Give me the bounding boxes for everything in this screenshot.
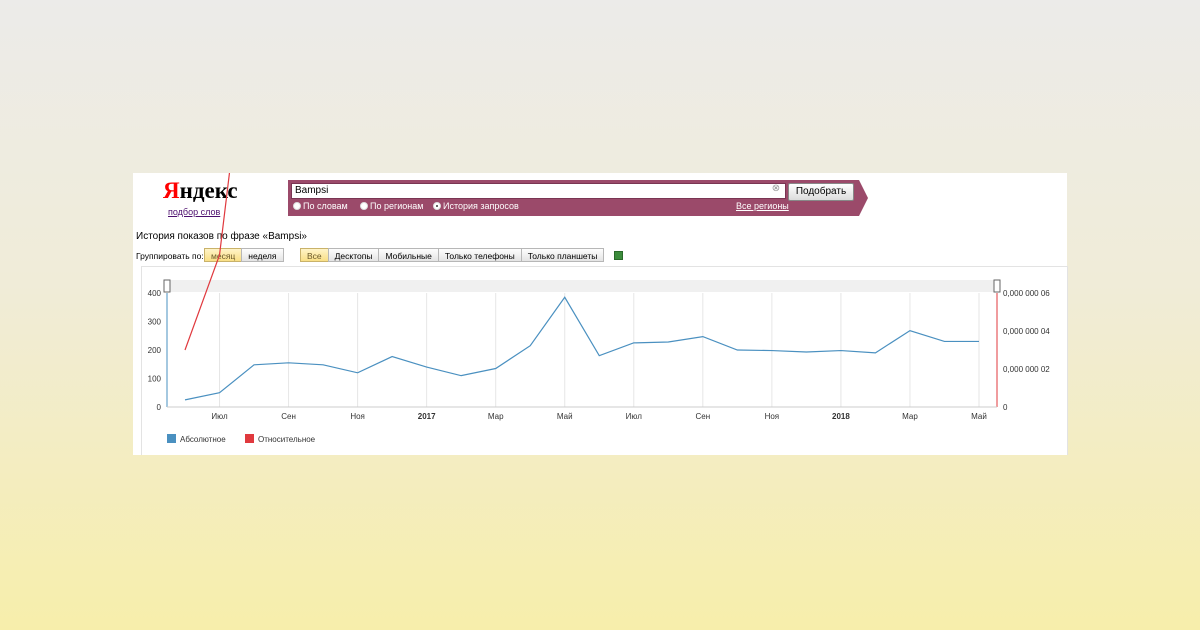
x-tick-label: Ноя: [350, 412, 365, 421]
wordstat-panel: Яндекс подбор слов Bampsi ⊗ Подобрать По…: [133, 173, 1068, 455]
y-left-tick-label: 200: [148, 346, 162, 355]
x-tick-label: 2018: [832, 412, 850, 421]
legend-label: Абсолютное: [180, 435, 226, 444]
y-left-tick-label: 400: [148, 289, 162, 298]
navigator-band[interactable]: [167, 280, 997, 292]
x-tick-label: Июл: [211, 412, 228, 421]
range-handle-left-icon[interactable]: [163, 279, 171, 293]
y-right-tick-label: 0,000 000 02: [1003, 365, 1050, 374]
series-relative-line: [184, 173, 231, 351]
x-tick-label: Мар: [488, 412, 504, 421]
x-tick-label: Сен: [281, 412, 296, 421]
history-chart: 0 100 200 300 400 0 0,000 000 02 0,000 000 04 0…: [148, 173, 1050, 444]
y-right-tick-label: 0,000 000 04: [1003, 327, 1050, 336]
y-right-tick-label: 0: [1003, 403, 1008, 412]
y-left-tick-label: 100: [148, 375, 162, 384]
x-tick-label: Май: [557, 412, 573, 421]
x-tick-label: Май: [971, 412, 987, 421]
x-tick-label: 2017: [418, 412, 436, 421]
y-left-tick-label: 300: [148, 318, 162, 327]
x-tick-label: Сен: [695, 412, 710, 421]
x-tick-label: Июл: [626, 412, 643, 421]
legend-swatch: [245, 434, 254, 443]
x-tick-label: Мар: [902, 412, 918, 421]
legend-label: Относительное: [258, 435, 316, 444]
legend-swatch: [167, 434, 176, 443]
x-tick-label: Ноя: [765, 412, 780, 421]
range-handle-right-icon[interactable]: [993, 279, 1001, 293]
y-right-tick-label: 0,000 000 06: [1003, 289, 1050, 298]
series-absolute-line: [184, 296, 979, 401]
y-left-tick-label: 0: [157, 403, 162, 412]
